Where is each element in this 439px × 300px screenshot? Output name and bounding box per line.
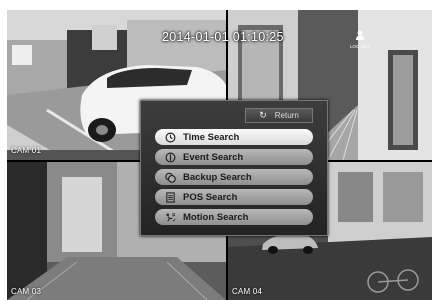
camera-label-1: CAM 01	[11, 146, 42, 155]
logout-label: LOG OUT	[349, 44, 371, 49]
menu-item-label: Event Search	[183, 151, 244, 163]
menu-item-time-search[interactable]: Time Search	[155, 129, 313, 145]
return-button[interactable]: ↻ Return	[245, 108, 313, 123]
backup-icon	[163, 171, 177, 183]
pos-icon	[163, 191, 177, 203]
menu-item-label: POS Search	[183, 191, 238, 203]
menu-item-pos-search[interactable]: POS Search	[155, 189, 313, 205]
logout-button[interactable]: LOG OUT	[347, 27, 373, 49]
menu-item-label: Backup Search	[183, 171, 252, 183]
menu-item-backup-search[interactable]: Backup Search	[155, 169, 313, 185]
menu-item-label: Motion Search	[183, 211, 249, 223]
menu-item-event-search[interactable]: Event Search	[155, 149, 313, 165]
return-icon: ↻	[259, 110, 267, 120]
menu-item-label: Time Search	[183, 131, 240, 143]
camera-label-3: CAM 03	[11, 287, 42, 296]
datetime-display: 2014-01-01 01:10:25	[162, 30, 284, 44]
user-icon	[355, 30, 365, 40]
menu-item-motion-search[interactable]: Motion Search	[155, 209, 313, 225]
motion-icon	[163, 211, 177, 223]
search-menu: ↻ Return Time Search Event Search Backup…	[140, 100, 328, 236]
return-label: Return	[274, 111, 299, 120]
dvr-screen: CAM 01 CAM 03 CAM 04 2014-01-01 01:10:25…	[7, 10, 432, 300]
event-icon	[163, 151, 177, 163]
camera-label-4: CAM 04	[232, 287, 263, 296]
clock-icon	[163, 131, 177, 143]
